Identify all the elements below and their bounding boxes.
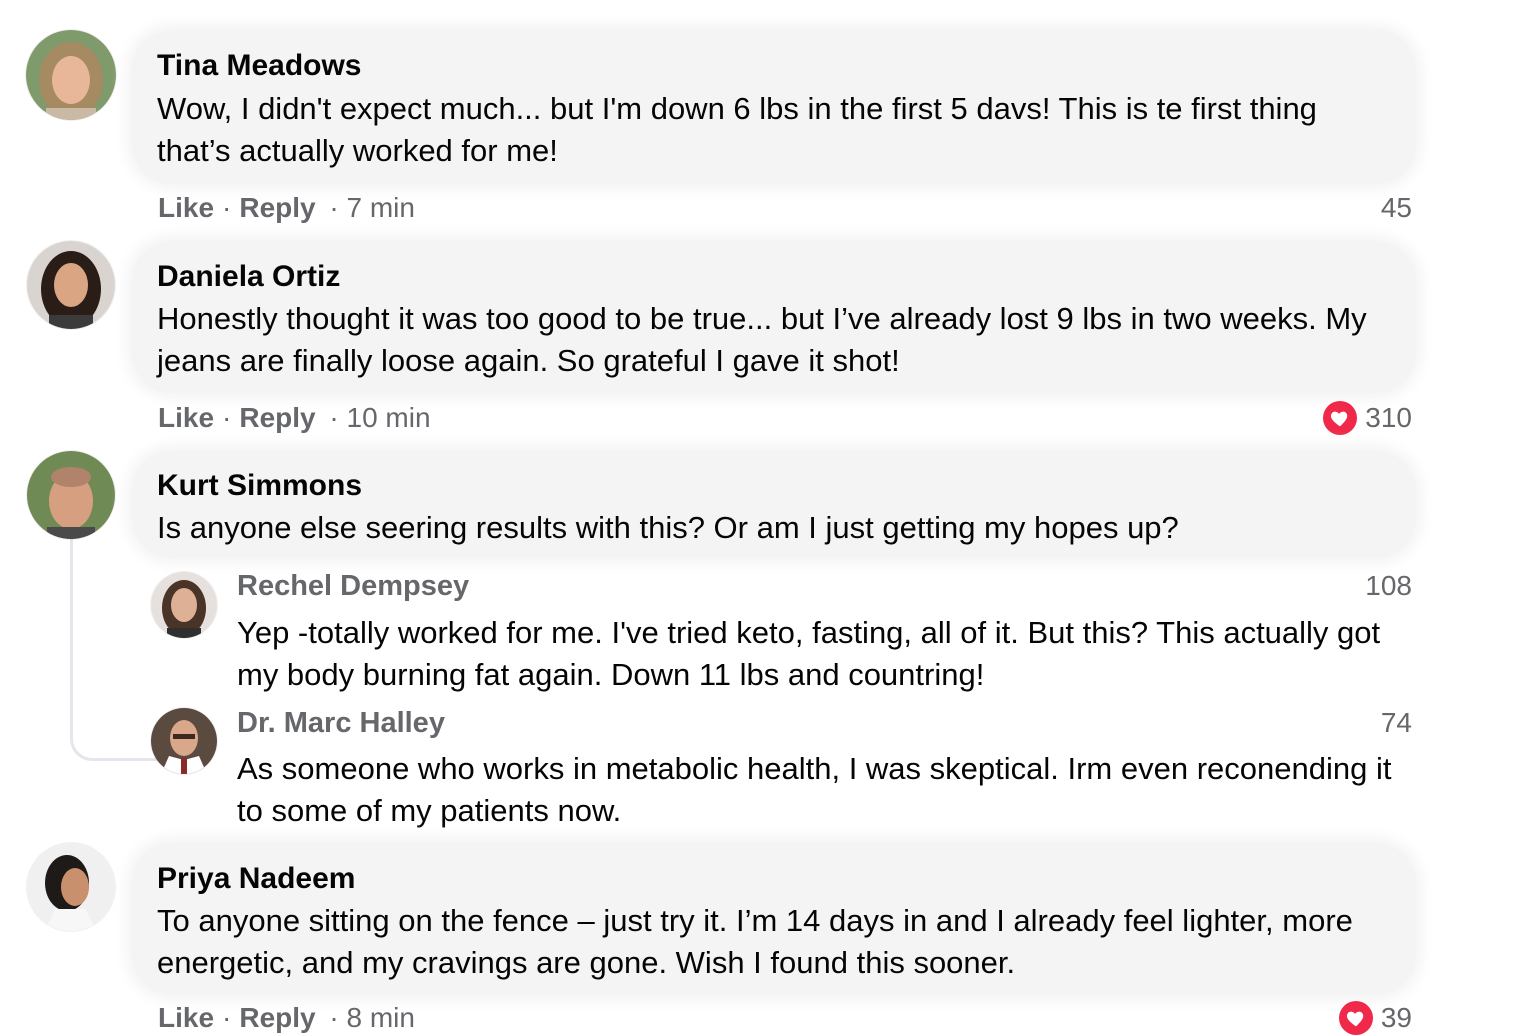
timestamp: · 10 min	[329, 402, 431, 433]
reaction-count[interactable]: 45	[1381, 191, 1412, 225]
reply-button[interactable]: Reply	[239, 1002, 315, 1033]
comment-bubble: Kurt Simmons Is anyone else seering resu…	[132, 451, 1416, 558]
separator-dot: ·	[222, 1002, 232, 1033]
reply-text: As someone who works in metabolic health…	[237, 751, 1392, 828]
reaction-count-value: 310	[1365, 402, 1412, 433]
reply-text: Yep -totally worked for me. I've tried k…	[237, 615, 1381, 692]
comment-bubble: Priya Nadeem To anyone sitting on the fe…	[132, 843, 1416, 995]
comment-author[interactable]: Kurt Simmons	[157, 468, 362, 504]
reaction-count[interactable]: 310	[1323, 401, 1412, 435]
reaction-count[interactable]: 39	[1338, 1001, 1412, 1035]
timestamp: · 7 min	[329, 192, 415, 223]
avatar-priya-nadeem[interactable]	[27, 843, 115, 931]
thread-connector	[70, 538, 157, 761]
reply-reaction-count[interactable]: 74	[1381, 706, 1412, 740]
timestamp: · 8 min	[329, 1002, 415, 1033]
heart-icon	[1338, 1001, 1373, 1035]
avatar-image	[27, 241, 115, 329]
comment-bubble: Tina Meadows Wow, I didn't expect much..…	[132, 30, 1416, 184]
comment-actions: Like · Reply · 8 min	[158, 1001, 415, 1035]
comment-actions: Like · Reply · 10 min	[158, 401, 431, 435]
like-button[interactable]: Like	[158, 192, 214, 223]
avatar-kurt-simmons[interactable]	[27, 451, 115, 539]
reply-button[interactable]: Reply	[239, 192, 315, 223]
separator-dot: ·	[222, 402, 232, 433]
separator-dot: ·	[222, 192, 232, 223]
reaction-count-value: 45	[1380, 192, 1412, 223]
reply-reaction-count[interactable]: 108	[1365, 569, 1412, 603]
comment-author[interactable]: Tina Meadows	[157, 48, 362, 84]
reply-author[interactable]: Rechel Dempsey	[237, 569, 469, 603]
avatar-image	[151, 708, 217, 774]
avatar-tina-meadows[interactable]	[26, 30, 116, 120]
comment-author[interactable]: Daniela Ortiz	[157, 259, 340, 295]
like-button[interactable]: Like	[158, 1002, 214, 1033]
avatar-image	[151, 572, 217, 638]
avatar-image	[27, 451, 115, 539]
comment-bubble: Daniela Ortiz Honestly thought it was to…	[132, 241, 1416, 393]
reply-button[interactable]: Reply	[239, 402, 315, 433]
avatar-rechel-dempsey[interactable]	[151, 572, 217, 638]
comment-text: Wow, I didn't expect much... but I'm dow…	[157, 91, 1317, 168]
comment-text: Honestly thought it was too good to be t…	[157, 301, 1367, 378]
avatar-image	[26, 30, 116, 120]
reaction-count-value: 39	[1380, 1002, 1412, 1033]
avatar-marc-halley[interactable]	[151, 708, 217, 774]
comment-actions: Like · Reply · 7 min	[158, 191, 415, 225]
heart-icon	[1323, 401, 1358, 435]
avatar-daniela-ortiz[interactable]	[27, 241, 115, 329]
comment-text: To anyone sitting on the fence – just tr…	[157, 903, 1353, 980]
like-button[interactable]: Like	[158, 402, 214, 433]
avatar-image	[27, 843, 115, 931]
reply-author[interactable]: Dr. Marc Halley	[237, 706, 445, 740]
comment-author[interactable]: Priya Nadeem	[157, 861, 355, 897]
comment-text: Is anyone else seering results with this…	[157, 510, 1179, 545]
